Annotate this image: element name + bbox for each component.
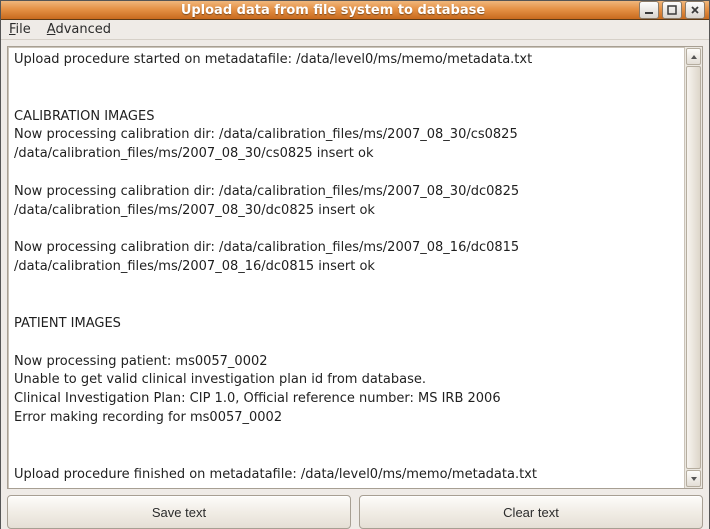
log-output[interactable]: Upload procedure started on metadatafile… [8, 47, 684, 488]
maximize-button[interactable] [662, 1, 682, 19]
menubar: File Advanced [1, 20, 709, 40]
scrollbar-track[interactable] [686, 66, 701, 469]
window-title: Upload data from file system to database [27, 3, 639, 18]
button-row: Save text Clear text [7, 495, 703, 529]
chevron-down-icon [690, 475, 698, 483]
titlebar[interactable]: Upload data from file system to database [1, 1, 709, 20]
menu-file-accel: F [9, 22, 16, 37]
scroll-up-button[interactable] [686, 48, 701, 65]
minimize-icon [644, 5, 654, 15]
scrollbar-thumb[interactable] [686, 66, 701, 469]
clear-text-button[interactable]: Clear text [359, 495, 703, 529]
chevron-up-icon [690, 53, 698, 61]
content-area: Upload procedure started on metadatafile… [1, 40, 709, 529]
close-button[interactable] [685, 1, 705, 19]
log-panel: Upload procedure started on metadatafile… [7, 46, 703, 489]
maximize-icon [667, 5, 677, 15]
scroll-down-button[interactable] [686, 470, 701, 487]
application-window: Upload data from file system to database… [0, 0, 710, 529]
window-controls [639, 1, 705, 19]
save-text-button[interactable]: Save text [7, 495, 351, 529]
minimize-button[interactable] [639, 1, 659, 19]
close-icon [690, 5, 700, 15]
menu-advanced[interactable]: Advanced [45, 20, 113, 39]
menu-advanced-accel: A [47, 22, 56, 37]
menu-file[interactable]: File [7, 20, 33, 39]
vertical-scrollbar[interactable] [684, 47, 702, 488]
